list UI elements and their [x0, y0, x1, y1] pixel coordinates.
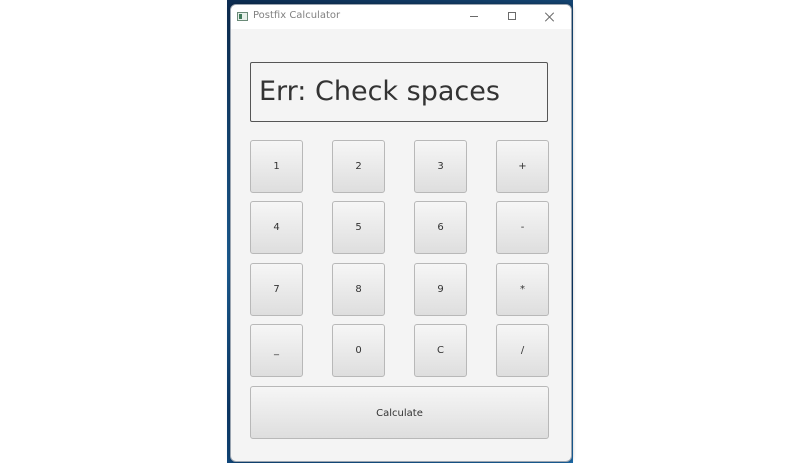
title-bar[interactable]: Postfix Calculator — [231, 5, 571, 29]
key-6[interactable]: 6 — [414, 201, 467, 254]
close-icon — [544, 11, 556, 23]
minimize-button[interactable] — [455, 5, 493, 29]
window-title: Postfix Calculator — [253, 10, 341, 21]
display-field[interactable]: Err: Check spaces — [250, 62, 548, 122]
maximize-icon — [508, 12, 516, 20]
key-minus[interactable]: - — [496, 201, 549, 254]
key-7[interactable]: 7 — [250, 263, 303, 316]
key-3[interactable]: 3 — [414, 140, 467, 193]
key-clear[interactable]: C — [414, 324, 467, 377]
desktop: Postfix Calculator Err: Check spaces 1 2… — [0, 0, 800, 463]
close-button[interactable] — [531, 5, 569, 29]
key-space[interactable]: _ — [250, 324, 303, 377]
key-8[interactable]: 8 — [332, 263, 385, 316]
calculate-button[interactable]: Calculate — [250, 386, 549, 439]
app-icon — [237, 12, 248, 21]
key-plus[interactable]: + — [496, 140, 549, 193]
key-multiply[interactable]: * — [496, 263, 549, 316]
key-1[interactable]: 1 — [250, 140, 303, 193]
maximize-button[interactable] — [493, 5, 531, 29]
key-9[interactable]: 9 — [414, 263, 467, 316]
calculator-window: Postfix Calculator Err: Check spaces 1 2… — [230, 4, 572, 462]
key-0[interactable]: 0 — [332, 324, 385, 377]
key-2[interactable]: 2 — [332, 140, 385, 193]
minimize-icon — [470, 16, 478, 17]
key-5[interactable]: 5 — [332, 201, 385, 254]
key-4[interactable]: 4 — [250, 201, 303, 254]
key-divide[interactable]: / — [496, 324, 549, 377]
